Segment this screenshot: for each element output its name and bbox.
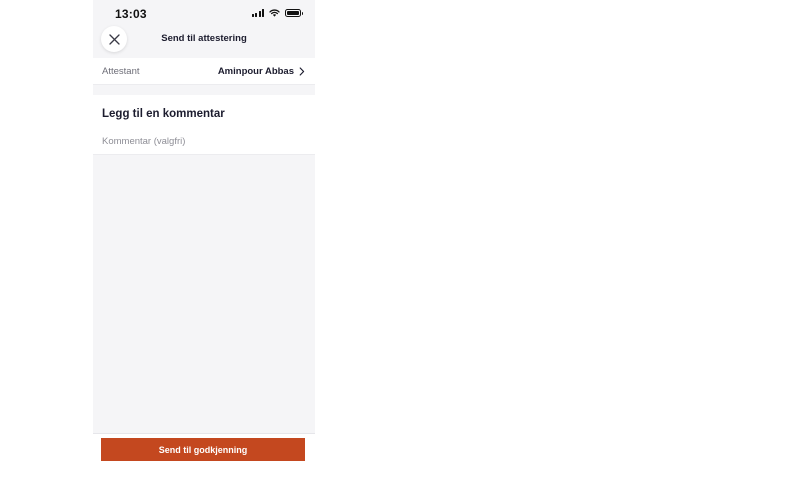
battery-icon	[285, 9, 303, 17]
comment-input[interactable]	[102, 133, 302, 149]
attestant-row[interactable]: Attestant Aminpour Abbas	[93, 58, 315, 85]
attestant-value: Aminpour Abbas	[217, 65, 294, 77]
attestant-label: Attestant	[102, 65, 140, 77]
signal-icon	[251, 9, 264, 17]
comment-heading: Legg til en kommentar	[102, 108, 225, 120]
comment-section: Legg til en kommentar	[93, 95, 315, 155]
bottom-action-bar: Send til godkjenning	[93, 434, 315, 480]
wifi-icon	[269, 9, 280, 17]
header: Send til attestering	[93, 26, 315, 56]
app-screen: 13:03 Send til attestering Attestant Ami…	[93, 0, 315, 480]
chevron-right-icon	[299, 66, 306, 76]
send-for-approval-button[interactable]: Send til godkjenning	[101, 438, 305, 461]
status-bar: 13:03	[93, 0, 315, 26]
status-time: 13:03	[115, 7, 147, 21]
status-icons	[251, 9, 303, 17]
page-title: Send til attestering	[161, 33, 247, 44]
